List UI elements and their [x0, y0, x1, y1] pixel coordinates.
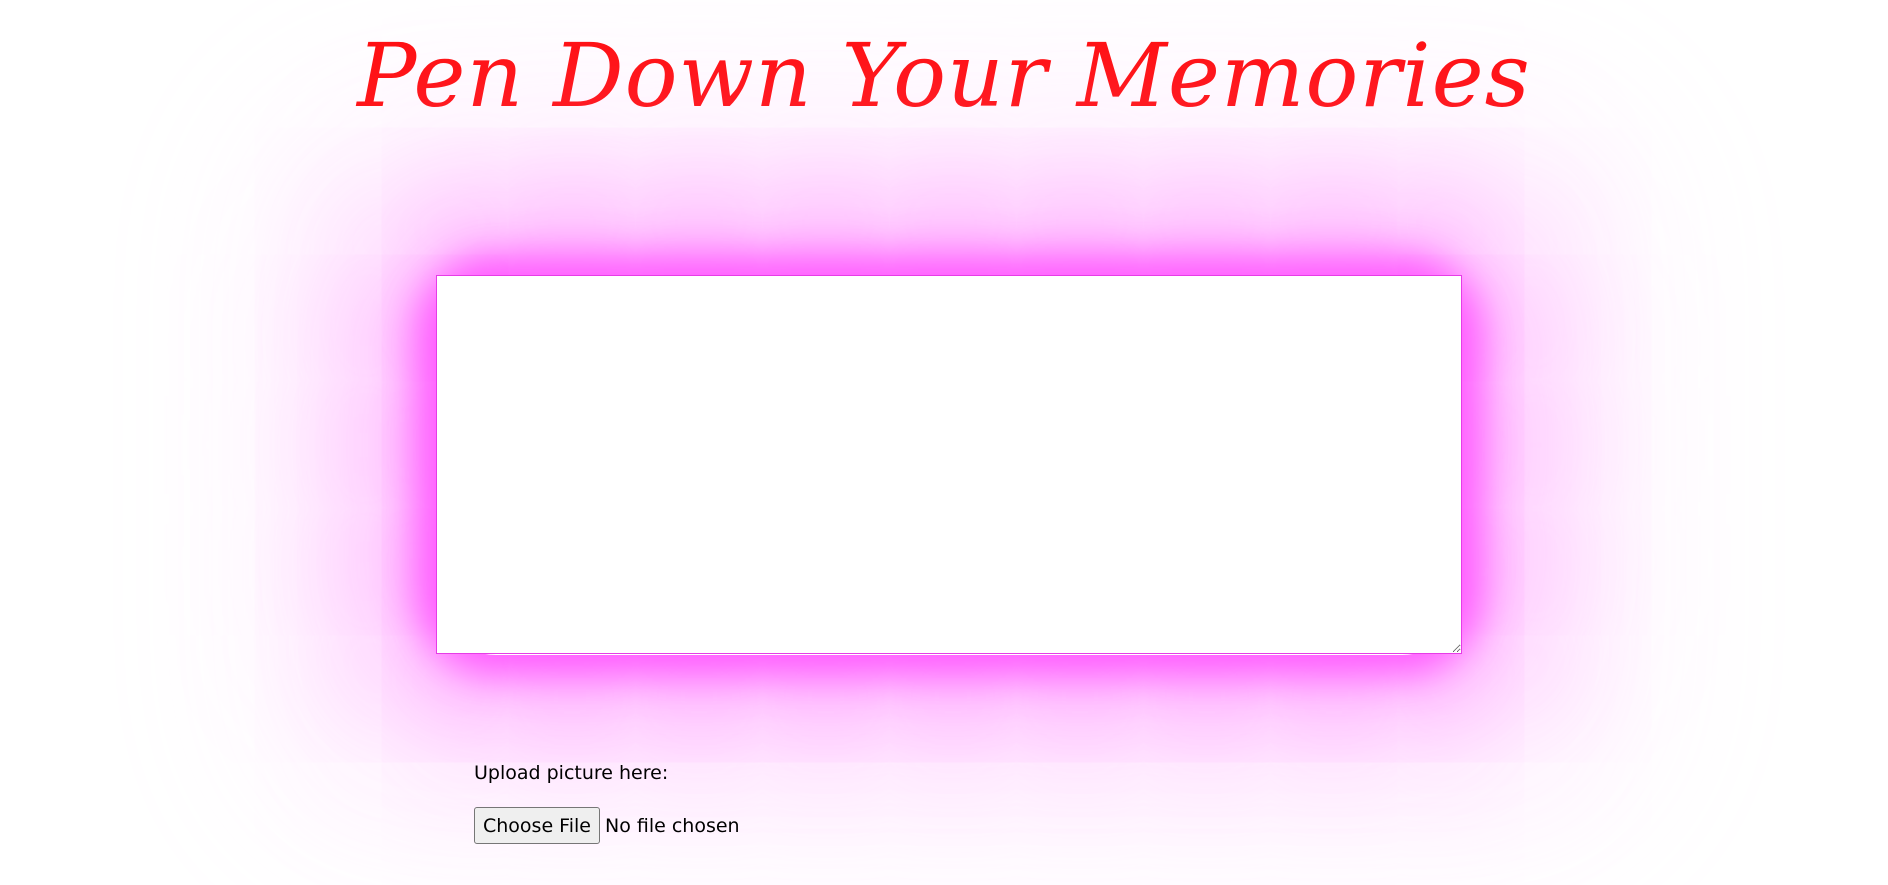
page-title: Pen Down Your Memories: [357, 24, 1531, 127]
upload-label: Upload picture here:: [474, 762, 669, 784]
memory-textarea[interactable]: [436, 275, 1462, 654]
file-input[interactable]: Choose File No file chosen: [474, 807, 740, 844]
file-status: No file chosen: [604, 814, 740, 837]
choose-file-button[interactable]: Choose File: [474, 807, 600, 844]
